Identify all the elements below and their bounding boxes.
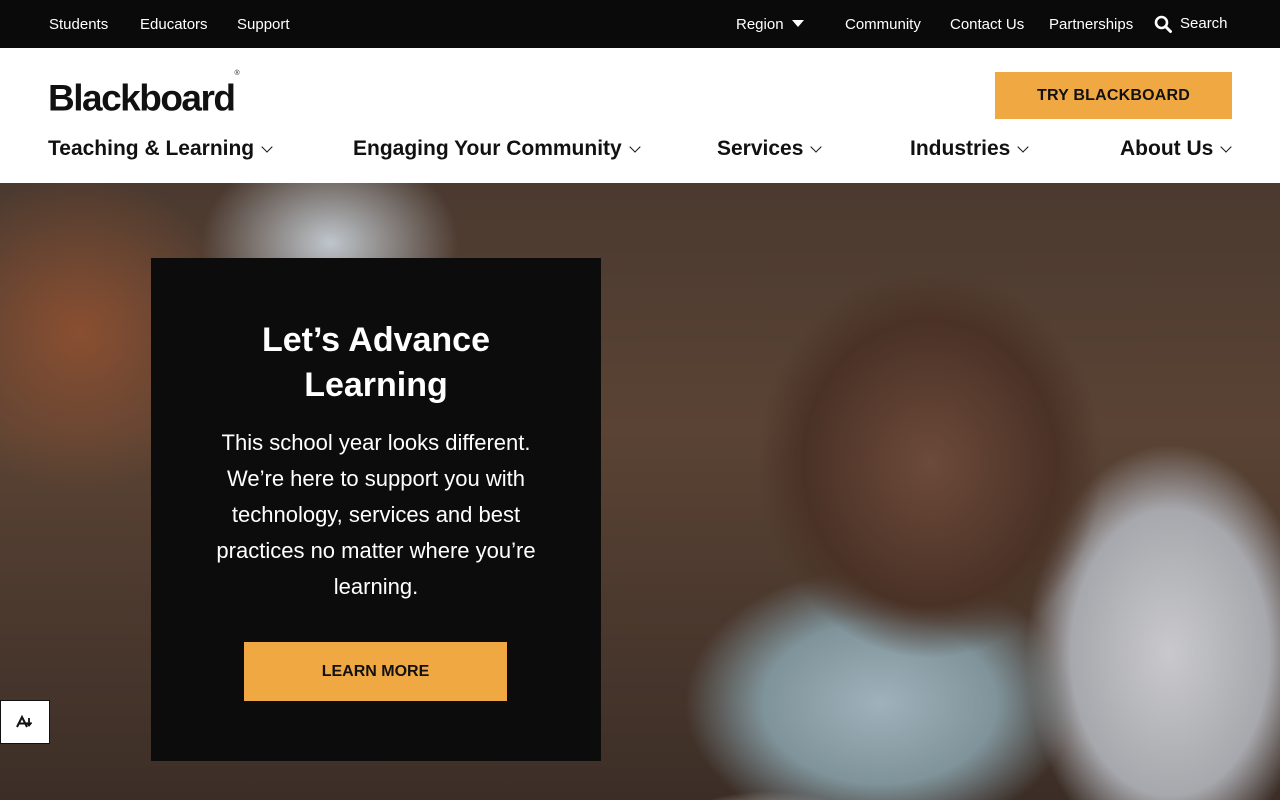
chevron-down-icon bbox=[810, 141, 823, 153]
utility-link-educators[interactable]: Educators bbox=[140, 16, 208, 34]
accessibility-button[interactable] bbox=[0, 700, 50, 744]
site-header: Blackboard® TRY BLACKBOARD Teaching & Le… bbox=[0, 48, 1280, 183]
caret-down-icon bbox=[792, 20, 804, 27]
nav-teaching-learning[interactable]: Teaching & Learning bbox=[48, 137, 273, 161]
hero-title: Let’s Advance Learning bbox=[261, 321, 490, 404]
nav-engaging-community[interactable]: Engaging Your Community bbox=[353, 137, 641, 161]
chevron-down-icon bbox=[261, 141, 273, 153]
hero-body: This school year looks different. We’re … bbox=[216, 430, 536, 599]
utility-link-community[interactable]: Community bbox=[845, 16, 921, 34]
try-blackboard-button[interactable]: TRY BLACKBOARD bbox=[995, 72, 1232, 119]
logo-text: Blackboard bbox=[48, 77, 236, 119]
utility-link-students[interactable]: Students bbox=[49, 16, 108, 34]
region-selector[interactable]: Region bbox=[736, 16, 784, 34]
utility-link-support[interactable]: Support bbox=[237, 16, 290, 34]
blackboard-logo[interactable]: Blackboard® bbox=[48, 70, 240, 119]
hero-card: Let’s Advance Learning This school year … bbox=[151, 258, 601, 761]
chevron-down-icon bbox=[629, 141, 641, 153]
search-icon[interactable] bbox=[1154, 15, 1172, 33]
search-link[interactable]: Search bbox=[1180, 15, 1228, 33]
utility-link-contact-us[interactable]: Contact Us bbox=[950, 16, 1024, 34]
nav-about-us[interactable]: About Us bbox=[1120, 137, 1232, 161]
utility-bar: Students Educators Support Region Commun… bbox=[0, 0, 1280, 48]
nav-services[interactable]: Services bbox=[717, 137, 823, 161]
nav-label: Teaching & Learning bbox=[48, 137, 255, 160]
hero-banner: Let’s Advance Learning This school year … bbox=[0, 183, 1280, 800]
accessibility-icon bbox=[16, 714, 33, 728]
nav-industries[interactable]: Industries bbox=[910, 137, 1030, 161]
nav-label: Engaging Your Community bbox=[353, 137, 622, 160]
nav-label: About Us bbox=[1120, 137, 1214, 160]
nav-label: Services bbox=[717, 137, 804, 160]
utility-link-partnerships[interactable]: Partnerships bbox=[1049, 16, 1133, 34]
nav-label: Industries bbox=[910, 137, 1011, 160]
learn-more-button[interactable]: LEARN MORE bbox=[244, 642, 507, 701]
logo-registered-mark: ® bbox=[234, 70, 240, 77]
chevron-down-icon bbox=[1220, 141, 1232, 153]
chevron-down-icon bbox=[1017, 141, 1030, 153]
